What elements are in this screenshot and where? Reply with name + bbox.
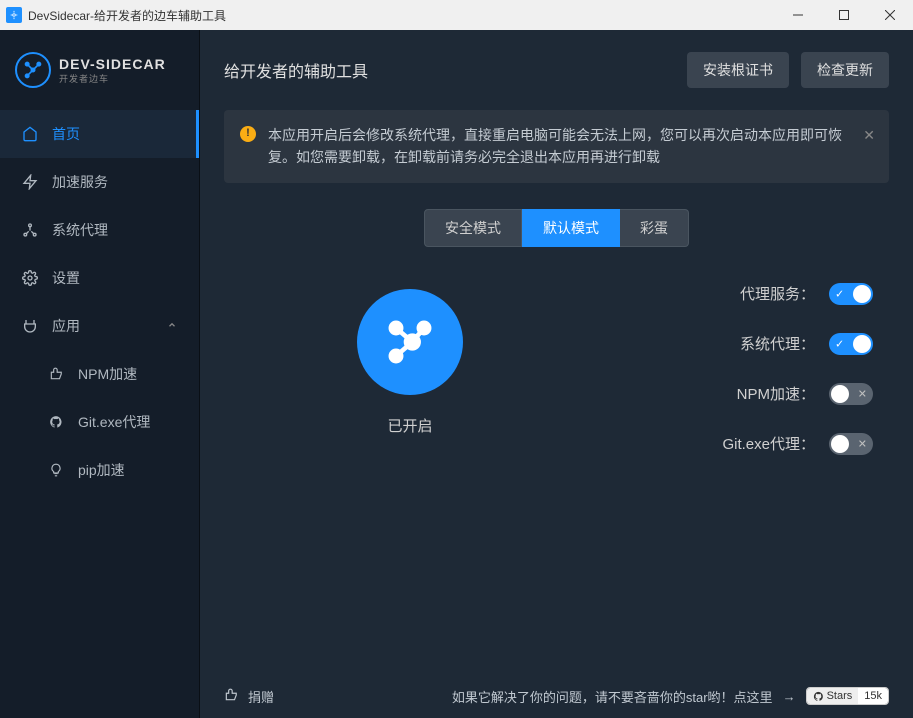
mode-tab-safe[interactable]: 安全模式: [424, 209, 522, 247]
thumbs-up-icon: [48, 366, 64, 382]
window-title: DevSidecar-给开发者的边车辅助工具: [28, 7, 226, 24]
mode-tab-default[interactable]: 默认模式: [522, 209, 620, 247]
check-icon: ✓: [835, 287, 844, 300]
mode-tab-egg[interactable]: 彩蛋: [620, 209, 689, 247]
logo-title: DEV-SIDECAR: [59, 56, 166, 72]
sidebar-item-label: pip加速: [78, 460, 125, 480]
x-icon: ✕: [858, 437, 867, 450]
switch-system-proxy[interactable]: ✓: [829, 333, 873, 355]
sidebar-item-label: 加速服务: [52, 172, 108, 192]
alert-close-icon[interactable]: ✕: [863, 124, 875, 146]
window-maximize[interactable]: [821, 0, 867, 30]
github-icon: [48, 414, 64, 430]
switch-label: Git.exe代理：: [722, 433, 815, 454]
switch-label: NPM加速：: [737, 383, 815, 404]
logo-subtitle: 开发者边车: [59, 72, 166, 85]
page-title: 给开发者的辅助工具: [224, 58, 675, 82]
sidebar-item-label: 设置: [52, 268, 80, 288]
sidebar-item-git[interactable]: Git.exe代理: [0, 398, 199, 446]
warning-alert: ! 本应用开启后会修改系统代理，直接重启电脑可能会无法上网，您可以再次启动本应用…: [224, 110, 889, 183]
gear-icon: [22, 270, 38, 286]
window-close[interactable]: [867, 0, 913, 30]
logo: DEV-SIDECAR 开发者边车: [0, 30, 199, 110]
footer: 捐赠 如果它解决了你的问题，请不要吝啬你的star哟！点这里 → Stars 1…: [200, 674, 913, 718]
x-icon: ✕: [858, 387, 867, 400]
alert-text: 本应用开启后会修改系统代理，直接重启电脑可能会无法上网，您可以再次启动本应用即可…: [268, 127, 842, 165]
sidebar-item-label: Git.exe代理: [78, 412, 150, 432]
sidebar-item-label: 首页: [52, 124, 80, 144]
sidebar-item-accel[interactable]: 加速服务: [0, 158, 199, 206]
check-icon: ✓: [835, 337, 844, 350]
bulb-icon: [48, 462, 64, 478]
status-column: 已开启: [240, 277, 580, 436]
main-content: 给开发者的辅助工具 安装根证书 检查更新 ! 本应用开启后会修改系统代理，直接重…: [200, 30, 913, 718]
sidebar-item-label: 系统代理: [52, 220, 108, 240]
window-minimize[interactable]: [775, 0, 821, 30]
sidebar: DEV-SIDECAR 开发者边车 首页 加速服务 系统代理: [0, 30, 200, 718]
plug-icon: [22, 318, 38, 334]
mode-tabs: 安全模式 默认模式 彩蛋: [200, 209, 913, 247]
switch-row-proxy-service: 代理服务： ✓: [580, 283, 873, 305]
switch-row-git: Git.exe代理： ✕: [580, 433, 873, 455]
home-icon: [22, 126, 38, 142]
app-icon: [6, 7, 22, 23]
warning-icon: !: [240, 126, 256, 142]
sidebar-item-settings[interactable]: 设置: [0, 254, 199, 302]
donate-link[interactable]: 捐赠: [248, 687, 274, 706]
switches-column: 代理服务： ✓ 系统代理： ✓ NPM加速：: [580, 277, 873, 455]
sidebar-item-apps[interactable]: 应用: [0, 302, 199, 350]
switch-proxy-service[interactable]: ✓: [829, 283, 873, 305]
install-cert-button[interactable]: 安装根证书: [687, 52, 789, 88]
header: 给开发者的辅助工具 安装根证书 检查更新: [200, 30, 913, 110]
sidebar-item-label: NPM加速: [78, 364, 137, 384]
sidebar-item-label: 应用: [52, 316, 80, 336]
status-toggle[interactable]: [357, 289, 463, 395]
chevron-up-icon: [167, 320, 177, 333]
logo-icon: [15, 52, 51, 88]
switch-npm[interactable]: ✕: [829, 383, 873, 405]
arrow-right-icon: →: [783, 689, 796, 704]
footer-star-text: 如果它解决了你的问题，请不要吝啬你的star哟！点这里: [452, 687, 773, 706]
sidebar-item-pip[interactable]: pip加速: [0, 446, 199, 494]
status-label: 已开启: [387, 415, 432, 436]
sidebar-item-npm[interactable]: NPM加速: [0, 350, 199, 398]
bolt-icon: [22, 174, 38, 190]
switch-row-npm: NPM加速： ✕: [580, 383, 873, 405]
check-update-button[interactable]: 检查更新: [801, 52, 889, 88]
sidebar-item-proxy[interactable]: 系统代理: [0, 206, 199, 254]
github-stars-badge[interactable]: Stars 15k: [806, 687, 889, 705]
thumbs-up-icon: [224, 688, 238, 705]
sidebar-item-home[interactable]: 首页: [0, 110, 199, 158]
switch-git[interactable]: ✕: [829, 433, 873, 455]
switch-label: 系统代理：: [740, 333, 815, 354]
network-icon: [22, 222, 38, 238]
window-titlebar: DevSidecar-给开发者的边车辅助工具: [0, 0, 913, 30]
switch-label: 代理服务：: [740, 283, 815, 304]
switch-row-system-proxy: 系统代理： ✓: [580, 333, 873, 355]
